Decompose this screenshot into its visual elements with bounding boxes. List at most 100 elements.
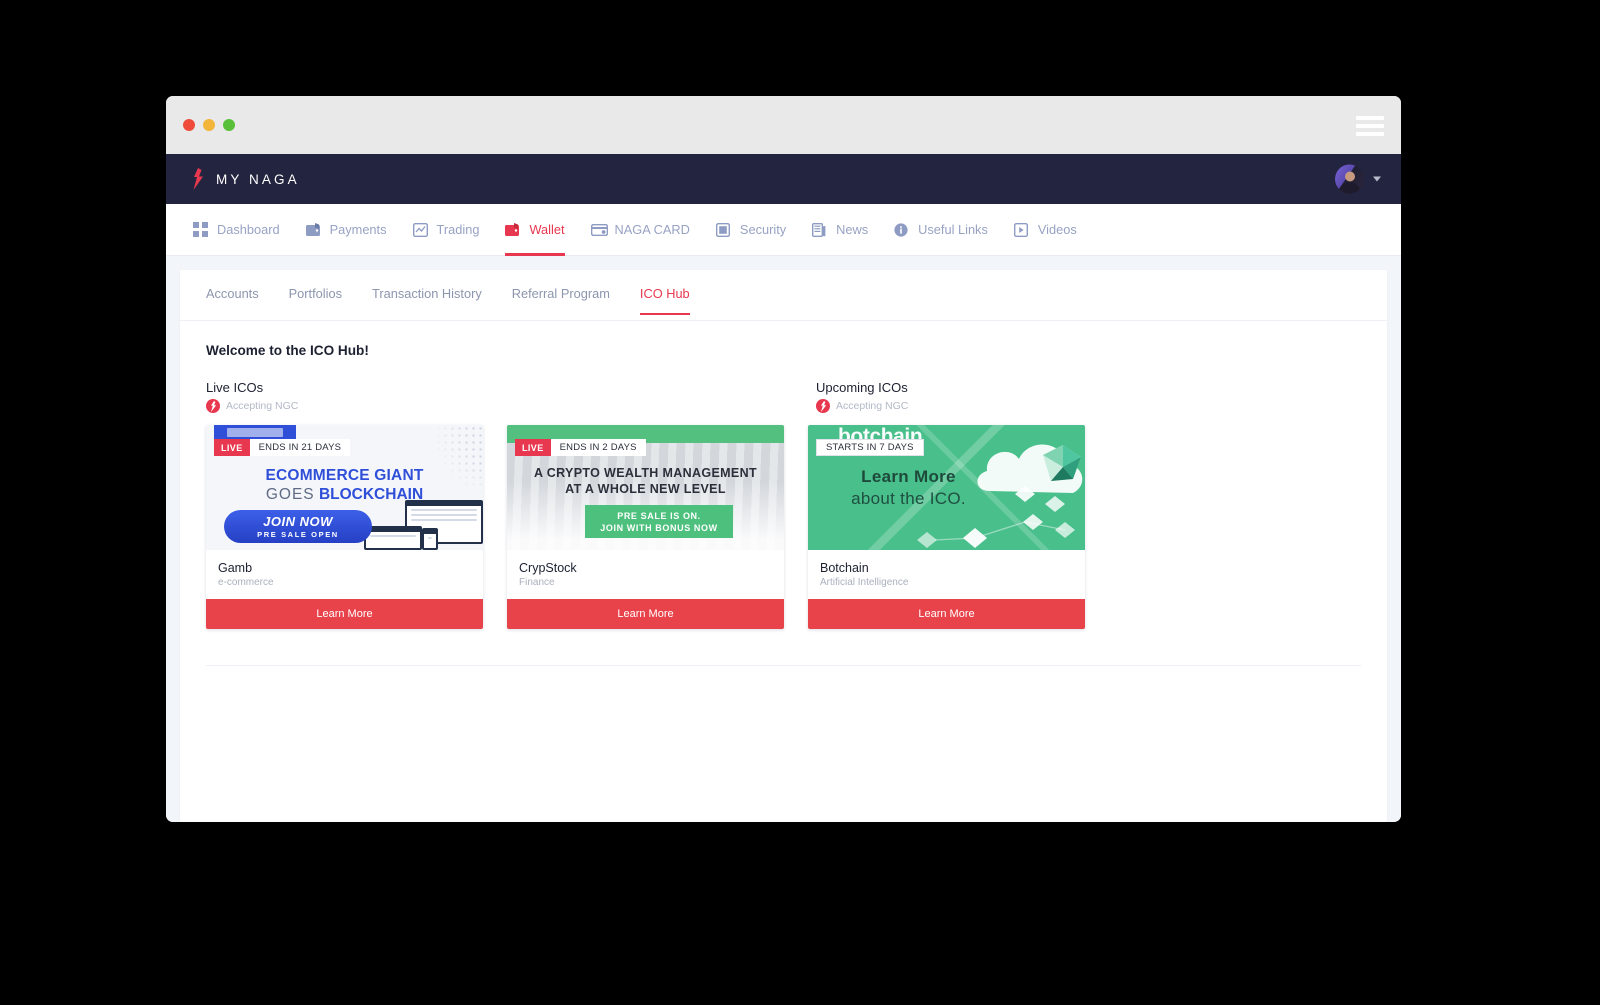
grid-icon — [193, 222, 210, 237]
gamb-status-chips: LIVE ENDS IN 21 DAYS — [214, 439, 351, 456]
crypstock-headline: A CRYPTO WEALTH MANAGEMENT AT A WHOLE NE… — [517, 465, 774, 497]
crypstock-presale-button[interactable]: PRE SALE IS ON. JOIN WITH BONUS NOW — [585, 505, 733, 538]
info-icon — [894, 222, 911, 237]
brand-title: MY NAGA — [216, 171, 300, 187]
crypstock-button-line-1: PRE SALE IS ON. — [617, 510, 701, 521]
nav-label: Security — [739, 222, 787, 237]
hamburger-menu-icon[interactable] — [1356, 116, 1384, 136]
nav-item-useful-links[interactable]: Useful Links — [881, 204, 1001, 256]
subtab-transaction-history[interactable]: Transaction History — [372, 286, 482, 314]
nav-label: Useful Links — [918, 222, 988, 237]
ico-card-botchain[interactable]: botchain STARTS IN 7 DAYS Learn More abo… — [808, 425, 1085, 629]
crypstock-button-line-2: JOIN WITH BONUS NOW — [600, 522, 718, 533]
live-icos-section: Live ICOs Accepting NGC — [206, 380, 816, 421]
ico-card-gamb[interactable]: LIVE ENDS IN 21 DAYS ECOMMERCE GIANT GOE… — [206, 425, 483, 629]
live-section-title: Live ICOs — [206, 380, 264, 395]
crypstock-card-info: CrypStock Finance — [507, 550, 784, 599]
ico-category: Artificial Intelligence — [820, 577, 909, 588]
app-header: MY NAGA — [166, 154, 1401, 204]
nav-label: Trading — [436, 222, 480, 237]
ico-category: Finance — [519, 577, 555, 588]
ico-hub-content: Welcome to the ICO Hub! Live ICOs Accept… — [180, 321, 1387, 666]
naga-coin-icon — [816, 399, 830, 413]
learn-more-button-crypstock[interactable]: Learn More — [507, 599, 784, 629]
upcoming-section-header: Upcoming ICOs Accepting NGC — [816, 380, 1361, 413]
page-title: Welcome to the ICO Hub! — [206, 343, 369, 358]
nav-item-naga-card[interactable]: NAGA CARD — [578, 204, 703, 256]
subtab-accounts[interactable]: Accounts — [206, 286, 259, 314]
crypstock-headline-2: AT A WHOLE NEW LEVEL — [565, 482, 726, 496]
device-mockups-decoration — [362, 498, 483, 550]
play-icon — [1013, 222, 1031, 237]
live-accepting-ngc: Accepting NGC — [206, 399, 816, 413]
subtab-ico-hub[interactable]: ICO Hub — [639, 286, 690, 315]
gamb-banner: LIVE ENDS IN 21 DAYS ECOMMERCE GIANT GOE… — [206, 425, 483, 550]
naga-coin-icon — [206, 399, 220, 413]
learn-more-button-gamb[interactable]: Learn More — [206, 599, 483, 629]
botchain-card-info: Botchain Artificial Intelligence — [808, 550, 1085, 599]
nav-item-videos[interactable]: Videos — [1001, 204, 1090, 256]
wallet-icon — [305, 222, 323, 237]
browser-window: MY NAGA Dashboard Payments Trading Walle… — [166, 96, 1401, 822]
subtab-portfolios[interactable]: Portfolios — [289, 286, 342, 314]
naga-bolt-logo-icon — [193, 168, 203, 190]
nav-item-trading[interactable]: Trading — [400, 204, 493, 256]
ico-card-crypstock[interactable]: CrypStock LEAVE IT TO THE PROFESSIONALS!… — [507, 425, 784, 629]
hamburger-line — [1356, 132, 1384, 136]
ico-name: Botchain — [820, 561, 869, 575]
countdown-badge: STARTS IN 7 DAYS — [816, 439, 924, 456]
ngc-label: Accepting NGC — [836, 400, 909, 412]
nav-item-payments[interactable]: Payments — [293, 204, 400, 256]
window-titlebar — [166, 96, 1401, 154]
user-menu[interactable] — [1335, 164, 1381, 194]
ico-category: e-commerce — [218, 577, 274, 588]
crypstock-status-chips: LIVE ENDS IN 2 DAYS — [515, 439, 646, 456]
countdown-badge: ENDS IN 21 DAYS — [249, 439, 351, 456]
nav-label: Wallet — [529, 222, 565, 237]
nav-item-security[interactable]: Security — [703, 204, 799, 256]
nav-item-dashboard[interactable]: Dashboard — [180, 204, 293, 256]
botchain-headline-1: Learn More — [861, 467, 956, 486]
gamb-headline-1: ECOMMERCE GIANT — [265, 467, 424, 484]
laptop-mockup — [364, 526, 422, 550]
news-icon — [812, 222, 829, 237]
gamb-button-line-1: JOIN NOW — [263, 514, 333, 529]
close-window-button[interactable] — [183, 119, 195, 131]
nav-label: Videos — [1037, 222, 1077, 237]
crypstock-banner: CrypStock LEAVE IT TO THE PROFESSIONALS!… — [507, 425, 784, 550]
upcoming-icos-section: Upcoming ICOs Accepting NGC — [816, 380, 1361, 421]
avatar[interactable] — [1335, 164, 1364, 194]
ngc-label: Accepting NGC — [226, 400, 299, 412]
phone-mockup — [422, 528, 438, 550]
gamb-card-info: Gamb e-commerce — [206, 550, 483, 599]
wallet-subtabs: Accounts Portfolios Transaction History … — [180, 270, 1387, 321]
nav-item-wallet[interactable]: Wallet — [492, 204, 577, 256]
hamburger-line — [1356, 124, 1384, 128]
gamb-join-now-button[interactable]: JOIN NOW PRE SALE OPEN — [224, 510, 372, 543]
subtab-referral-program[interactable]: Referral Program — [512, 286, 610, 314]
nav-item-news[interactable]: News — [799, 204, 881, 256]
main-navigation: Dashboard Payments Trading Wallet NAGA C — [166, 204, 1401, 256]
status-badge: LIVE — [214, 439, 250, 456]
nav-label: Dashboard — [217, 222, 280, 237]
ico-name: CrypStock — [519, 561, 577, 575]
botchain-banner: botchain STARTS IN 7 DAYS Learn More abo… — [808, 425, 1085, 550]
maximize-window-button[interactable] — [223, 119, 235, 131]
gamb-button-line-2: PRE SALE OPEN — [257, 530, 339, 539]
chart-icon — [412, 222, 430, 237]
brand-logo[interactable]: MY NAGA — [192, 168, 300, 190]
section-divider — [206, 665, 1361, 666]
ico-sections: Live ICOs Accepting NGC Upcoming ICOs Ac… — [206, 380, 1361, 421]
traffic-light-buttons — [183, 119, 235, 131]
countdown-badge: ENDS IN 2 DAYS — [550, 439, 646, 456]
upcoming-accepting-ngc: Accepting NGC — [816, 399, 1361, 413]
learn-more-button-botchain[interactable]: Learn More — [808, 599, 1085, 629]
content-panel: Accounts Portfolios Transaction History … — [180, 270, 1387, 822]
nav-label: News — [836, 222, 869, 237]
minimize-window-button[interactable] — [203, 119, 215, 131]
nav-label: Payments — [329, 222, 387, 237]
live-section-header: Live ICOs Accepting NGC — [206, 380, 816, 413]
status-badge: LIVE — [515, 439, 551, 456]
chevron-down-icon[interactable] — [1373, 176, 1381, 182]
gamb-headline-2-muted: GOES — [265, 486, 315, 503]
